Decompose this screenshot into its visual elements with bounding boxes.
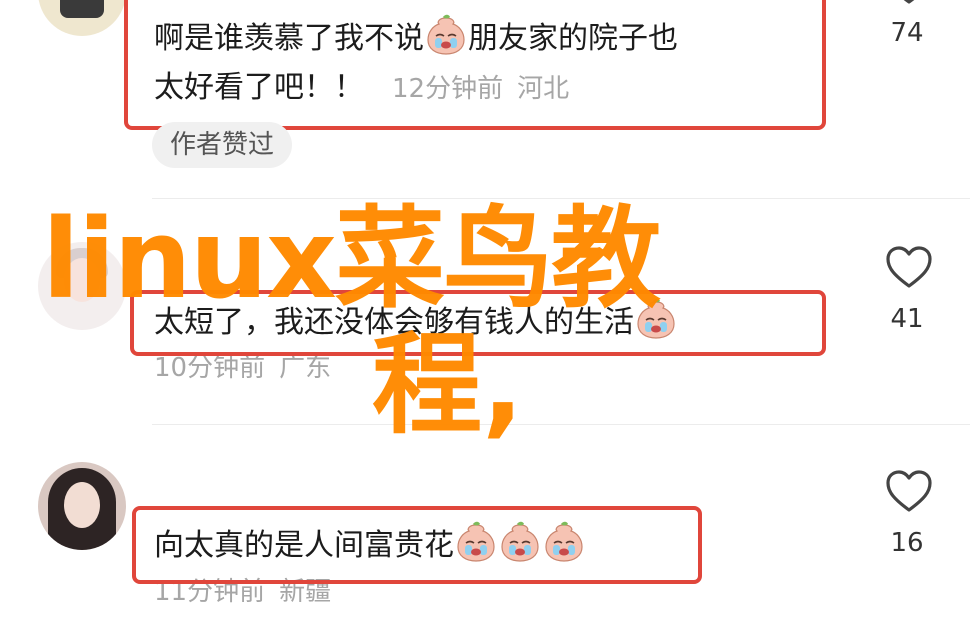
divider — [152, 424, 970, 425]
comment-2-time: 10分钟前 — [154, 353, 266, 383]
like-count-3: 16 — [890, 528, 924, 558]
heart-icon[interactable] — [884, 244, 934, 290]
avatar-face — [64, 482, 100, 528]
highlight-box-1 — [124, 0, 826, 130]
avatar[interactable] — [38, 462, 126, 550]
avatar[interactable] — [38, 0, 126, 36]
watermark-line-2: 程, — [372, 321, 524, 449]
like-count-1: 74 — [890, 18, 924, 48]
author-liked-badge: 作者赞过 — [152, 122, 293, 168]
heart-icon[interactable] — [884, 468, 934, 514]
comment-2-location: 广东 — [279, 353, 332, 383]
heart-icon[interactable] — [884, 0, 934, 6]
highlight-box-3 — [132, 506, 702, 584]
avatar-figure — [60, 0, 104, 18]
like-count-2: 41 — [890, 304, 924, 334]
watermark-line-1: linux菜鸟教 — [42, 195, 661, 323]
